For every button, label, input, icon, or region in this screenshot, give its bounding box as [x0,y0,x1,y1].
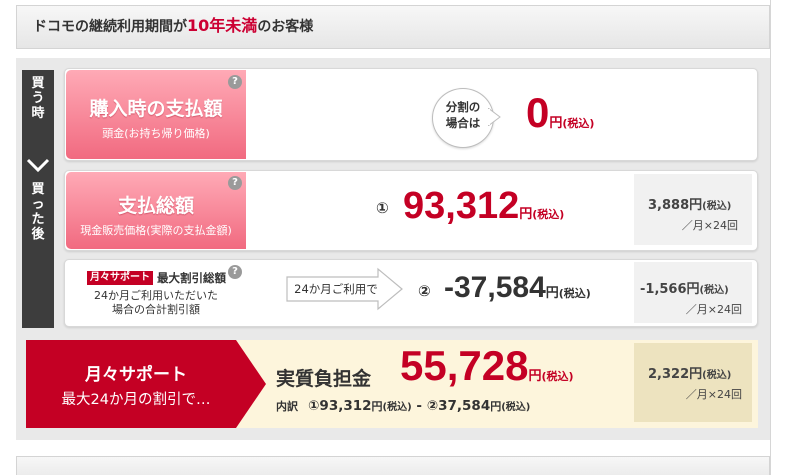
bottom-monthly-term: ／月×24回 [685,388,742,401]
header-highlight-mi: 未 [225,16,241,35]
help-icon[interactable]: ? [228,265,242,279]
row3-title: 最大割引総額 [157,271,226,285]
help-icon[interactable]: ? [228,176,242,190]
header-suffix: のお客様 [257,19,314,35]
row3-monthly-term: ／月×24回 [685,303,742,316]
row2-title: 支払総額 [117,195,194,217]
row3-description: 24か月ご利用いただいた 場合の合計割引額 [94,289,218,316]
row1-amount: 0 [526,89,550,136]
row1-amount-group: 0円(税込) [526,89,595,136]
bottom-monthly: 2,322円(税込) ／月×24回 [634,343,752,422]
row2-marker: ① [376,199,389,217]
header-bar: ドコモの継続利用期間が10年未満のお客様 [16,5,770,49]
effective-cost-amount-group: 55,728円(税込) [400,342,574,390]
row3-marker: ② [418,282,431,300]
row2-amount: 93,312 [403,185,520,227]
bubble-text: 分割の 場合は [445,100,481,130]
row1-unit: 円(税込) [549,116,595,131]
breakdown-discount: ②37,584 [426,398,491,414]
effective-cost-amount: 55,728 [400,342,529,389]
next-section-header [16,456,770,475]
header-highlight-man: 満 [241,16,257,35]
monthly-support-badge: 月々サポート [87,271,153,285]
row2-monthly-tax: (税込) [702,201,732,212]
help-icon[interactable]: ? [228,75,242,89]
header-title: ドコモの継続利用期間が10年未満のお客様 [33,6,313,48]
side-label-after-buy: 買った後 [31,182,45,242]
banner-tagline: 最大24か月の割引で… [61,392,211,408]
row1-subtitle: 頭金(お持ち帰り価格) [102,127,210,140]
row3-monthly-tax: (税込) [699,285,729,296]
row3-monthly: -1,566円(税込) ／月×24回 [634,262,752,323]
breakdown: 内訳 ①93,312円(税込) - ②37,584円(税込) [276,398,531,414]
row1-label: 購入時の支払額 頭金(お持ち帰り価格) [66,70,246,159]
effective-cost-label: 実質負担金 [276,368,372,390]
row2-monthly-term: ／月×24回 [681,219,738,232]
arrow-label: 24か月ご利用で [294,282,378,296]
row2-amount-group: 93,312円(税込) [403,185,564,228]
timeline-arrow-icon [26,158,50,173]
row2-label: 支払総額 現金販売価格(実際の支払金額) [66,172,246,249]
banner-text: 月々サポート 最大24か月の割引で… [26,340,246,428]
row2-monthly: 3,888円(税込) ／月×24回 [634,174,752,245]
bottom-monthly-tax: (税込) [702,370,732,381]
scroll-edge [770,0,771,475]
banner-brand: 月々サポート [85,365,187,385]
side-label-buy-time: 買う時 [31,76,45,121]
row2-unit: 円(税込) [519,207,565,222]
breakdown-label: 内訳 [276,400,298,413]
breakdown-total: ①93,312 [308,398,372,414]
row2-subtitle: 現金販売価格(実際の支払金額) [80,224,232,237]
bottom-monthly-amount: 2,322円 [648,367,703,382]
row2-monthly-amount: 3,888円 [648,198,703,213]
row3-unit: 円(税込) [545,286,591,301]
header-highlight-years: 10年 [187,16,226,35]
header-prefix: ドコモの継続利用期間が [33,19,187,35]
row3-monthly-amount: -1,566円 [640,282,700,297]
effective-cost-unit: 円(税込) [528,369,574,384]
row3-amount-group: -37,584円(税込) [444,271,591,305]
row3-amount: -37,584 [444,271,546,304]
row1-title: 購入時の支払額 [89,98,223,120]
